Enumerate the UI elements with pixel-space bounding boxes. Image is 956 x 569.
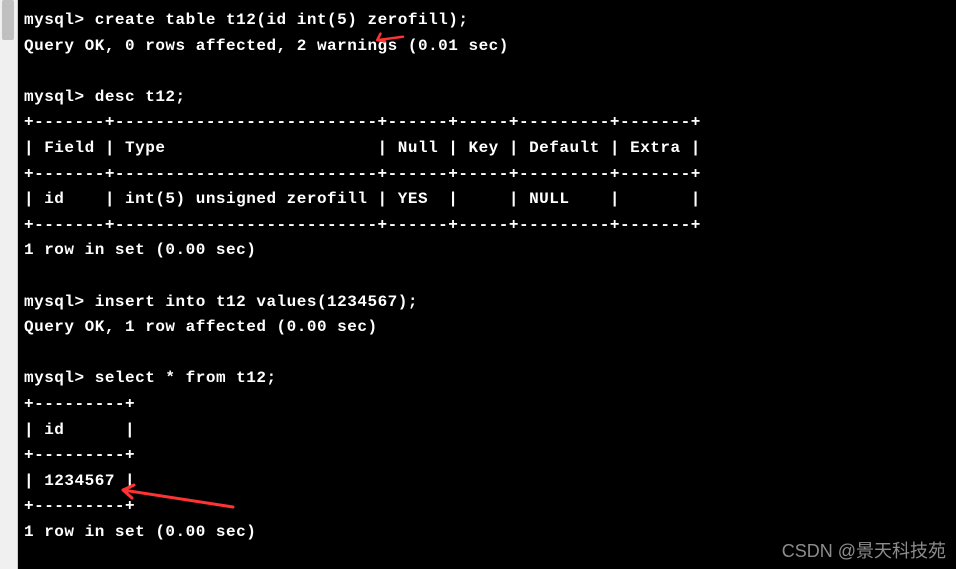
sql-command-create: create table t12(id int(5) zerofill);	[95, 11, 469, 29]
sql-command-insert: insert into t12 values(1234567);	[95, 293, 418, 311]
prompt: mysql>	[24, 293, 85, 311]
table-border: +-------+--------------------------+----…	[24, 113, 701, 131]
output-line: Query OK, 1 row affected (0.00 sec)	[24, 318, 378, 336]
output-line: Query OK, 0 rows affected, 2 warnings (0…	[24, 37, 509, 55]
table-border: +-------+--------------------------+----…	[24, 216, 701, 234]
table-row: | id | int(5) unsigned zerofill | YES | …	[24, 190, 701, 208]
table-border: +---------+	[24, 395, 135, 413]
output-line: 1 row in set (0.00 sec)	[24, 241, 256, 259]
prompt: mysql>	[24, 88, 85, 106]
terminal-output[interactable]: mysql> create table t12(id int(5) zerofi…	[18, 0, 956, 569]
table-header: | Field | Type | Null | Key | Default | …	[24, 139, 701, 157]
scrollbar-thumb[interactable]	[2, 0, 14, 40]
prompt: mysql>	[24, 369, 85, 387]
sql-command-select: select * from t12;	[95, 369, 277, 387]
watermark-text: CSDN @景天科技苑	[782, 537, 946, 563]
output-line: 1 row in set (0.00 sec)	[24, 523, 256, 541]
table-row: | 1234567 |	[24, 472, 135, 490]
scrollbar-track[interactable]	[0, 0, 18, 569]
prompt: mysql>	[24, 11, 85, 29]
table-border: +-------+--------------------------+----…	[24, 165, 701, 183]
table-header: | id |	[24, 421, 135, 439]
table-border: +---------+	[24, 446, 135, 464]
table-border: +---------+	[24, 497, 135, 515]
sql-command-desc: desc t12;	[95, 88, 186, 106]
